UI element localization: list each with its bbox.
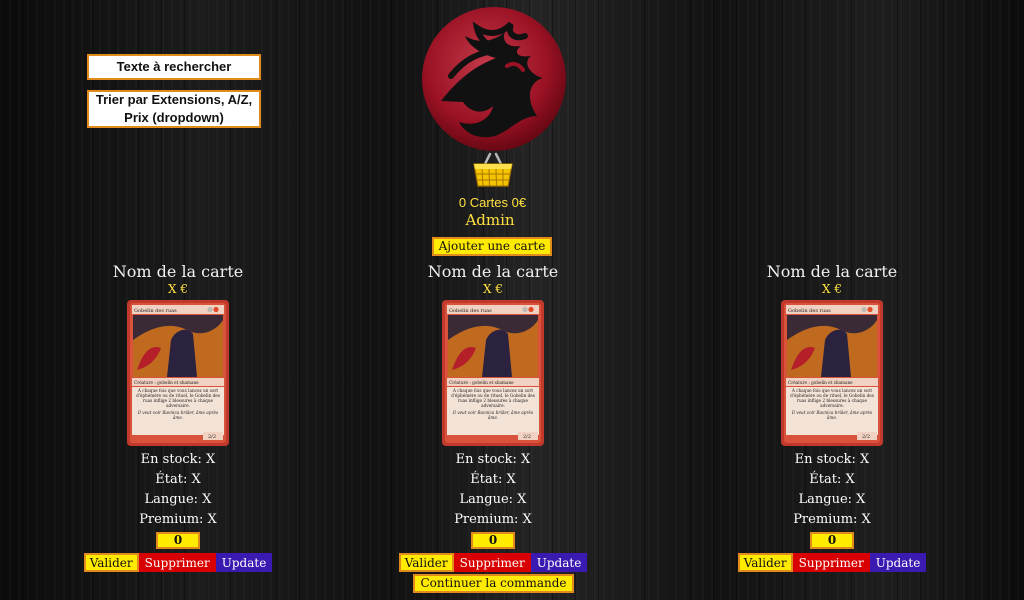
card-price: X €	[822, 282, 842, 296]
card-art-flavor: Il veut voir Ravnica brûler, âme après â…	[137, 410, 219, 420]
card-item: Nom de la carte X € Gobelin des ruas Cré…	[393, 262, 593, 572]
cart-summary: 0 Cartes 0€	[458, 195, 527, 210]
card-art-type: Créature : gobelin et shamane	[134, 380, 199, 385]
add-card-button[interactable]: Ajouter une carte	[432, 237, 552, 256]
card-langue: Langue: X	[798, 492, 866, 507]
quantity-input[interactable]: 0	[156, 532, 200, 549]
card-name: Nom de la carte	[766, 262, 898, 281]
card-art-type: Créature : gobelin et shamane	[449, 380, 514, 385]
validate-button[interactable]: Valider	[83, 553, 139, 572]
card-art-type: Créature : gobelin et shamane	[788, 380, 853, 385]
card-art-text: À chaque fois que vous lancez un sort d'…	[790, 388, 874, 408]
card-art-text: À chaque fois que vous lancez un sort d'…	[451, 388, 535, 408]
update-button[interactable]: Update	[530, 553, 588, 572]
card-stock: En stock: X	[794, 452, 870, 467]
card-etat: État: X	[155, 472, 201, 487]
card-etat: État: X	[470, 472, 516, 487]
validate-button[interactable]: Valider	[398, 553, 454, 572]
card-premium: Premium: X	[793, 512, 871, 527]
card-art-pt: 2/2	[862, 434, 870, 440]
update-button[interactable]: Update	[869, 553, 927, 572]
delete-button[interactable]: Supprimer	[792, 553, 870, 572]
card-name: Nom de la carte	[427, 262, 559, 281]
card-langue: Langue: X	[144, 492, 212, 507]
card-art-pt: 2/2	[208, 434, 216, 440]
delete-button[interactable]: Supprimer	[453, 553, 531, 572]
card-art-title: Gobelin des ruas	[449, 308, 492, 314]
card-etat: État: X	[809, 472, 855, 487]
quantity-input[interactable]: 0	[810, 532, 854, 549]
card-image[interactable]: Gobelin des ruas Créature : gobelin et s…	[781, 300, 883, 446]
card-art-text: À chaque fois que vous lancez un sort d'…	[136, 388, 220, 408]
card-art-pt: 2/2	[523, 434, 531, 440]
card-price: X €	[168, 282, 188, 296]
shopping-basket-icon[interactable]	[472, 152, 514, 188]
card-premium: Premium: X	[454, 512, 532, 527]
validate-button[interactable]: Valider	[737, 553, 793, 572]
card-langue: Langue: X	[459, 492, 527, 507]
card-art-title: Gobelin des ruas	[788, 308, 831, 314]
card-art-flavor: Il veut voir Ravnica brûler, âme après â…	[452, 410, 534, 420]
continue-order-button[interactable]: Continuer la commande	[413, 574, 574, 593]
card-stock: En stock: X	[455, 452, 531, 467]
quantity-input[interactable]: 0	[471, 532, 515, 549]
card-image[interactable]: Gobelin des ruas Créature : gobelin et s…	[442, 300, 544, 446]
card-item: Nom de la carte X € Gobelin des ruas Cré…	[732, 262, 932, 572]
user-role-label: Admin	[465, 211, 515, 229]
card-art-flavor: Il veut voir Ravnica brûler, âme après â…	[791, 410, 873, 420]
card-art-title: Gobelin des ruas	[134, 308, 177, 314]
search-input[interactable]: Texte à rechercher	[87, 54, 261, 80]
card-price: X €	[483, 282, 503, 296]
card-premium: Premium: X	[139, 512, 217, 527]
card-name: Nom de la carte	[112, 262, 244, 281]
card-item: Nom de la carte X € Gobelin des ruas Cré…	[78, 262, 278, 572]
card-stock: En stock: X	[140, 452, 216, 467]
update-button[interactable]: Update	[215, 553, 273, 572]
card-image[interactable]: Gobelin des ruas Créature : gobelin et s…	[127, 300, 229, 446]
red-mana-logo-icon	[422, 7, 566, 151]
delete-button[interactable]: Supprimer	[138, 553, 216, 572]
sort-dropdown[interactable]: Trier par Extensions, A/Z, Prix (dropdow…	[87, 90, 261, 128]
